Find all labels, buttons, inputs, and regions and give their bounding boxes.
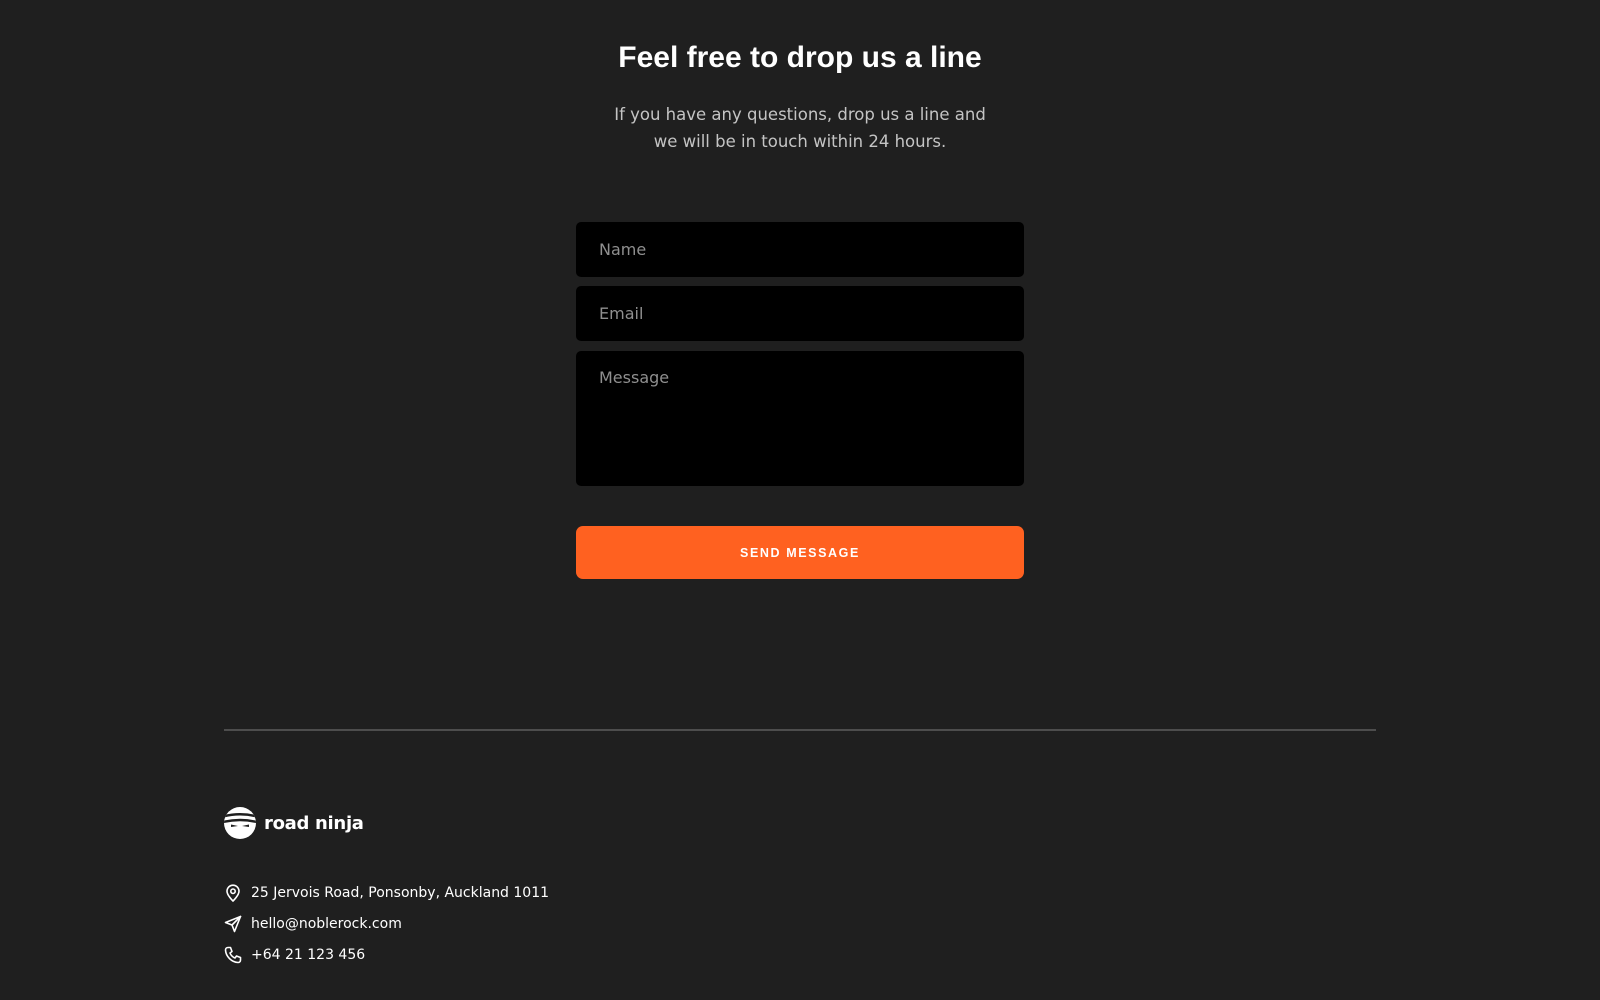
phone-icon	[224, 946, 242, 964]
send-message-button[interactable]: SEND MESSAGE	[576, 526, 1024, 579]
email-input[interactable]	[576, 286, 1024, 341]
contact-phone: +64 21 123 456	[224, 939, 549, 970]
contact-subtitle-line-1: If you have any questions, drop us a lin…	[614, 105, 986, 124]
footer-divider	[224, 729, 1376, 731]
name-input[interactable]	[576, 222, 1024, 277]
contact-subtitle: If you have any questions, drop us a lin…	[0, 101, 1600, 155]
contact-address: 25 Jervois Road, Ponsonby, Auckland 1011	[224, 877, 549, 908]
phone-link[interactable]: +64 21 123 456	[251, 947, 365, 963]
brand-name: road ninja	[264, 812, 364, 834]
address-text: 25 Jervois Road, Ponsonby, Auckland 1011	[251, 884, 550, 901]
email-link[interactable]: hello@noblerock.com	[251, 916, 402, 932]
contact-email: hello@noblerock.com	[224, 908, 549, 939]
map-pin-icon	[224, 883, 242, 902]
message-textarea[interactable]	[576, 351, 1024, 486]
contact-info-list: 25 Jervois Road, Ponsonby, Auckland 1011…	[224, 877, 549, 970]
contact-subtitle-line-2: we will be in touch within 24 hours.	[653, 132, 947, 151]
send-icon	[224, 915, 242, 933]
footer-logo[interactable]: road ninja	[224, 806, 364, 840]
ninja-head-logo-icon	[224, 807, 256, 839]
contact-title: Feel free to drop us a line	[618, 41, 982, 74]
